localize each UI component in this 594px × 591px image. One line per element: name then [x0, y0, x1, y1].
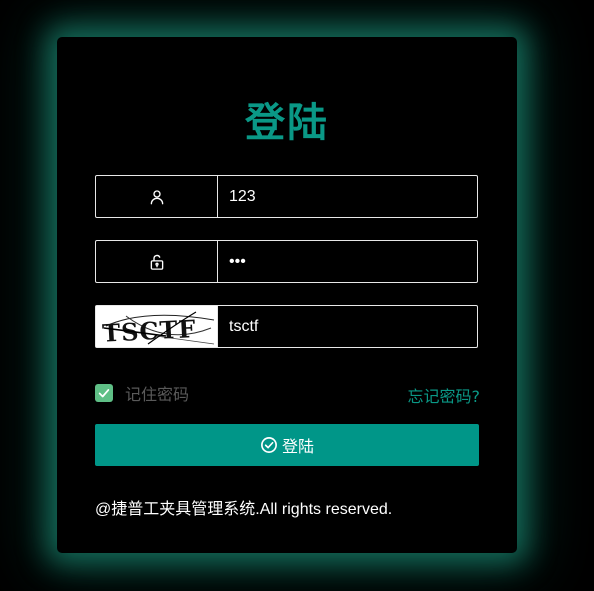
username-row: 123 [95, 175, 478, 218]
checkmark-icon [98, 389, 110, 398]
login-card: 登陆 123 ••• TSCTF tsctf 记住密码 忘记密码? 登陆 @捷普… [57, 37, 517, 553]
password-row: ••• [95, 240, 478, 283]
remember-checkbox[interactable] [95, 384, 113, 402]
page-background: 登陆 123 ••• TSCTF tsctf 记住密码 忘记密码? 登陆 @捷普… [0, 0, 594, 591]
password-addon [96, 241, 218, 282]
login-options: 记住密码 忘记密码? [95, 381, 480, 406]
captcha-text: TSCTF [102, 314, 198, 347]
page-title: 登陆 [245, 100, 329, 146]
lock-icon [150, 254, 163, 270]
password-input[interactable]: ••• [218, 241, 477, 282]
login-button[interactable]: 登陆 [95, 424, 479, 466]
login-button-label: 登陆 [281, 439, 314, 456]
captcha-image[interactable]: TSCTF [96, 306, 218, 347]
check-circle-icon [261, 437, 277, 453]
user-icon [150, 189, 163, 204]
username-addon [96, 176, 218, 217]
username-input[interactable]: 123 [218, 176, 477, 217]
remember-label: 记住密码 [125, 385, 190, 404]
remember-password[interactable]: 记住密码 [95, 381, 189, 405]
captcha-row: TSCTF tsctf [95, 305, 478, 348]
copyright-footer: @捷普工夹具管理系统.All rights reserved. [95, 501, 393, 518]
captcha-input[interactable]: tsctf [218, 306, 477, 347]
forgot-password-link[interactable]: 忘记密码? [408, 383, 481, 407]
